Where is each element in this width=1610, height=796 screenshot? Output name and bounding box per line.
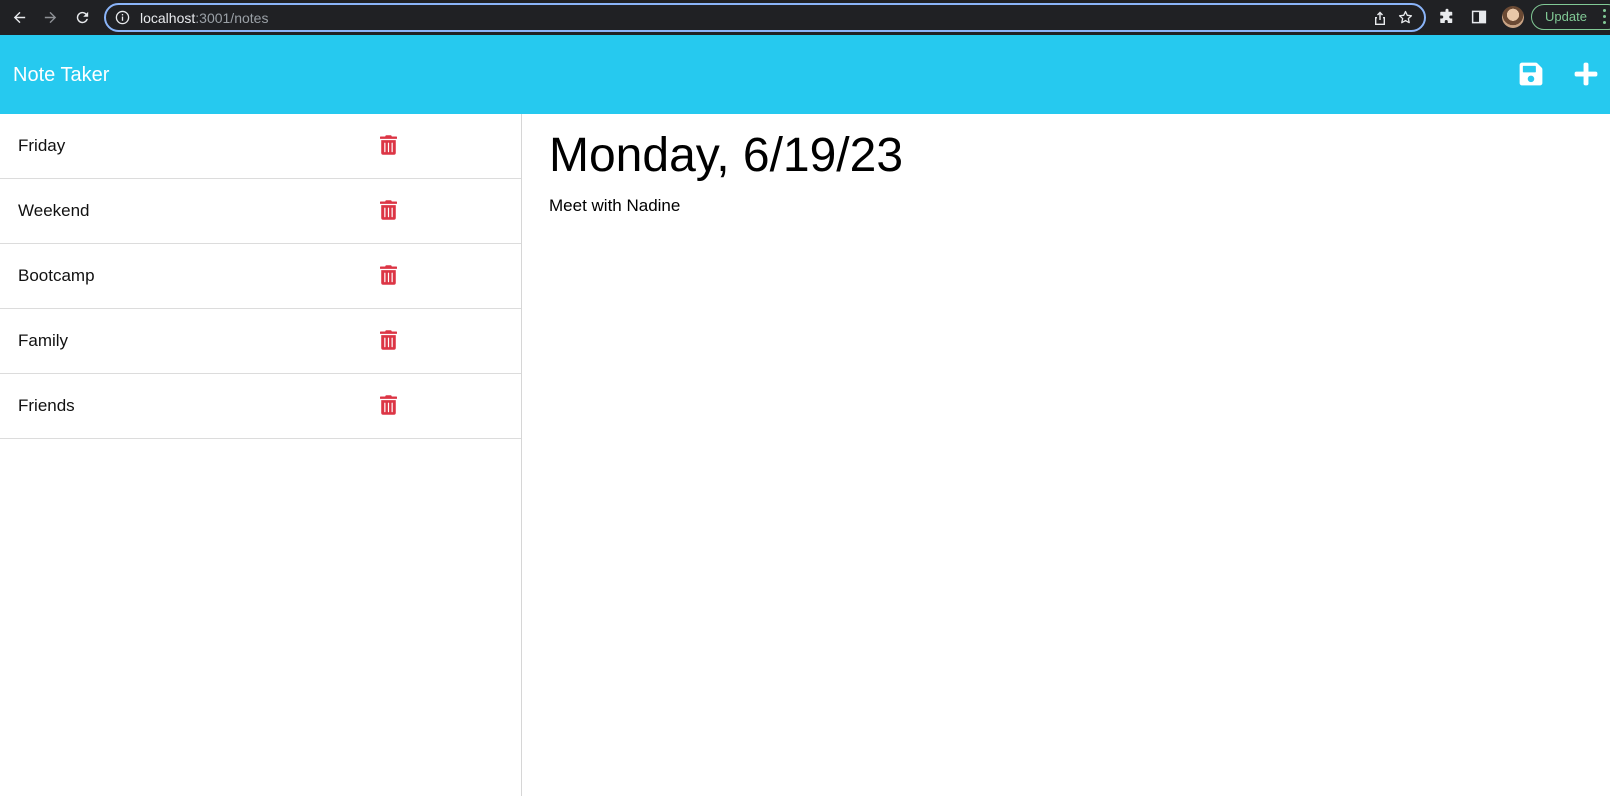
url-path: :3001/notes [195, 10, 269, 26]
note-list-item[interactable]: Friday [0, 114, 521, 179]
site-info-icon[interactable] [115, 10, 130, 25]
note-list-item-title: Weekend [18, 201, 90, 220]
note-title-input[interactable]: Monday, 6/19/23 [549, 126, 903, 186]
side-panel-icon[interactable] [1470, 8, 1488, 26]
extensions-puzzle-icon[interactable] [1438, 8, 1456, 26]
delete-trash-icon[interactable] [380, 200, 397, 220]
app-title[interactable]: Note Taker [13, 63, 109, 87]
delete-trash-icon[interactable] [380, 265, 397, 285]
profile-avatar[interactable] [1502, 6, 1524, 28]
save-icon[interactable] [1518, 61, 1544, 87]
back-arrow-icon[interactable] [8, 6, 30, 28]
note-list-item[interactable]: Family [0, 309, 521, 374]
note-list-item-title: Friday [18, 136, 66, 155]
bookmark-star-icon[interactable] [1397, 9, 1414, 26]
note-list-item[interactable]: Friends [0, 374, 521, 439]
delete-trash-icon[interactable] [380, 395, 397, 415]
browser-toolbar: localhost:3001/notes Update [0, 0, 1610, 35]
kebab-menu-icon[interactable] [1603, 9, 1607, 25]
plus-icon[interactable] [1573, 61, 1599, 87]
note-editor: Monday, 6/19/23 Meet with Nadine [523, 114, 1610, 796]
note-list: Friday Weekend Bootcamp Family Friends [0, 114, 522, 796]
note-list-item[interactable]: Bootcamp [0, 244, 521, 309]
app-navbar: Note Taker [0, 35, 1610, 114]
delete-trash-icon[interactable] [380, 330, 397, 350]
note-list-item[interactable]: Weekend [0, 179, 521, 244]
note-list-item-title: Family [18, 331, 69, 350]
forward-arrow-icon[interactable] [39, 6, 61, 28]
note-list-item-title: Bootcamp [18, 266, 95, 285]
note-text-area[interactable]: Meet with Nadine [549, 195, 680, 217]
reload-icon[interactable] [71, 6, 93, 28]
share-icon[interactable] [1372, 10, 1388, 26]
note-list-item-title: Friends [18, 396, 75, 415]
delete-trash-icon[interactable] [380, 135, 397, 155]
url-host: localhost [140, 10, 196, 26]
address-bar[interactable]: localhost:3001/notes [104, 3, 1426, 32]
url-text: localhost:3001/notes [140, 9, 268, 27]
update-button[interactable]: Update [1531, 4, 1610, 30]
